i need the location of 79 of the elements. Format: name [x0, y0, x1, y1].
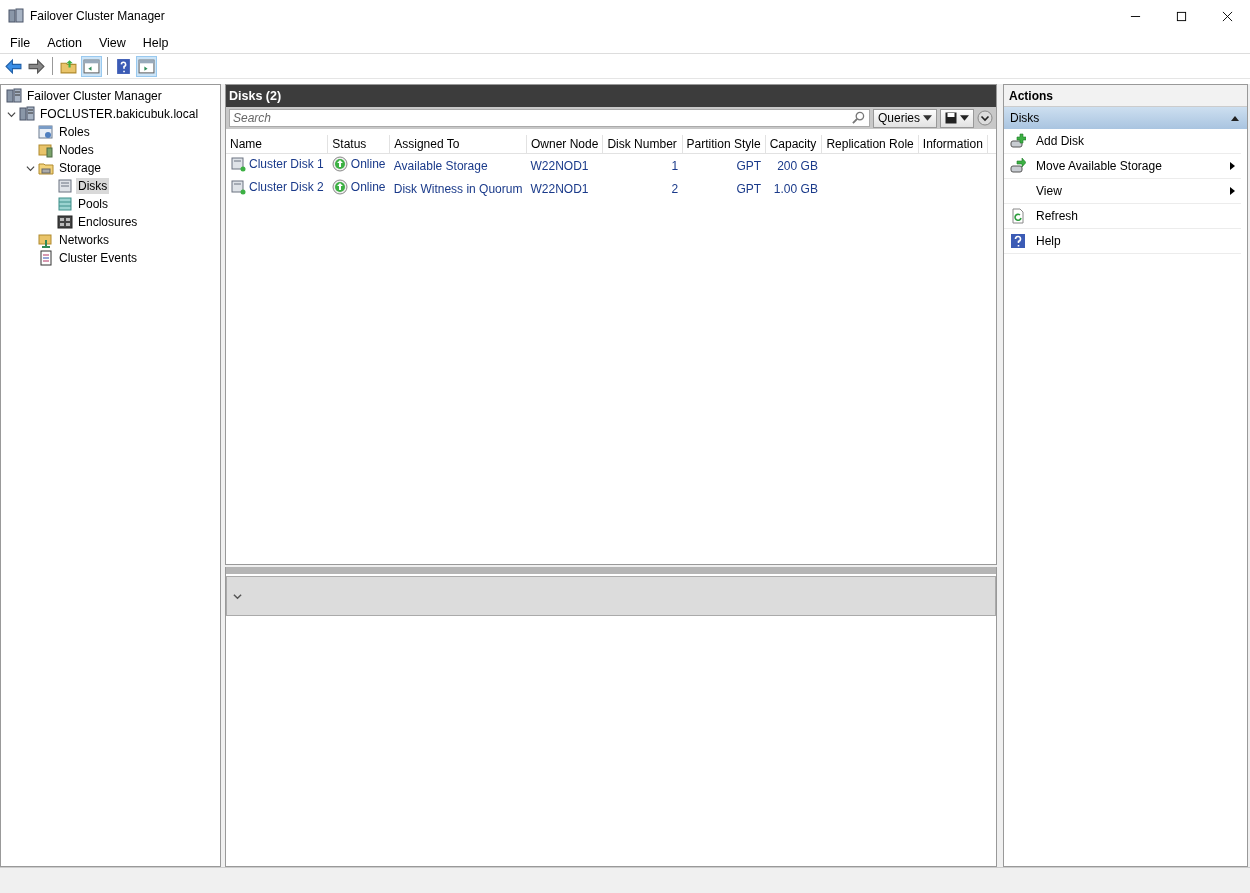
task-item[interactable]: Move Available Storage — [1004, 154, 1241, 179]
tree-item[interactable]: Roles — [57, 124, 92, 140]
column-header[interactable]: Owner Node — [526, 135, 603, 154]
folder-server-icon — [38, 142, 54, 158]
column-header[interactable]: Partition Style — [682, 135, 766, 154]
pane-toggle-icon[interactable] — [82, 56, 101, 76]
tree-item[interactable]: Cluster Events — [57, 250, 140, 266]
task-item[interactable]: Help — [1004, 229, 1241, 254]
help-icon — [1010, 233, 1026, 249]
task-item[interactable]: Refresh — [1004, 204, 1241, 229]
online-arrow-icon — [331, 179, 348, 195]
server-cluster-icon — [8, 8, 24, 24]
menu-item[interactable]: File — [0, 35, 38, 50]
pool-icon — [57, 196, 73, 212]
tree-item[interactable]: Nodes — [57, 142, 96, 158]
table-cell: W22NOD1 — [526, 153, 603, 177]
table-cell: Cluster Disk 1 — [226, 153, 328, 177]
back-arrow-icon[interactable] — [4, 56, 23, 76]
table-cell: Cluster Disk 2 — [226, 177, 328, 200]
table-cell: 200 GB — [765, 153, 822, 177]
table-cell-text: W22NOD1 — [529, 180, 590, 198]
menu-item[interactable]: Help — [132, 35, 176, 50]
action-pane-toggle-icon[interactable] — [137, 56, 156, 76]
table-cell-text: GPT — [735, 180, 763, 198]
window-title: Failover Cluster Manager — [30, 9, 166, 23]
folder-icon — [38, 160, 54, 176]
refresh-icon — [1010, 208, 1026, 224]
save-query-button[interactable] — [940, 108, 974, 128]
tree-item[interactable]: Networks — [57, 232, 111, 248]
tree-item[interactable]: Enclosures — [76, 214, 140, 230]
actions-title: Actions — [1009, 88, 1053, 103]
menu-item[interactable]: View — [88, 35, 133, 50]
collapse-chevron-icon[interactable] — [7, 109, 16, 119]
column-header[interactable]: Disk Number — [602, 135, 683, 154]
disk-arrow-icon — [1010, 158, 1026, 174]
network-folder-icon — [38, 232, 54, 248]
server-cluster-icon — [19, 106, 35, 122]
task-item[interactable]: View — [1004, 179, 1241, 204]
pane-title: Disks (2) — [229, 89, 282, 103]
tree-item[interactable]: Failover Cluster Manager — [25, 88, 164, 104]
column-header[interactable]: Information — [918, 135, 988, 154]
table-cell-text: Disk Witness in Quorum — [392, 180, 524, 198]
actions-section-header[interactable]: Disks — [1004, 107, 1247, 129]
queries-button[interactable]: Queries — [872, 108, 937, 128]
menu-item[interactable]: Action — [37, 35, 89, 50]
expand-chevron-icon[interactable] — [233, 591, 242, 601]
table-cell: Online — [327, 177, 390, 200]
table-cell: Online — [327, 153, 390, 177]
expand-chevron-icon[interactable] — [977, 110, 993, 126]
help-icon[interactable] — [114, 56, 133, 76]
task-item[interactable]: Add Disk — [1004, 129, 1241, 154]
caret-icon — [960, 115, 969, 121]
forward-arrow-icon[interactable] — [27, 56, 46, 76]
table-cell: Available Storage — [389, 153, 527, 177]
server-cluster-icon — [6, 88, 22, 104]
column-header[interactable]: Assigned To — [389, 135, 527, 154]
tree-item[interactable]: Pools — [76, 196, 111, 212]
collapse-triangle-icon[interactable] — [1231, 115, 1239, 121]
event-log-icon — [38, 250, 54, 266]
window-gear-icon — [38, 124, 54, 140]
online-arrow-icon — [331, 156, 348, 172]
table-cell-text: 2 — [670, 180, 680, 198]
column-header[interactable]: Status — [327, 135, 390, 154]
column-header[interactable]: Capacity — [765, 135, 822, 154]
tree-item[interactable]: Storage — [57, 160, 104, 176]
caret-icon — [923, 115, 932, 121]
search-field[interactable]: Search — [229, 109, 870, 127]
collapse-chevron-icon[interactable] — [26, 163, 35, 173]
table-cell: 1 — [602, 153, 683, 177]
column-header[interactable]: Replication Role — [821, 135, 919, 154]
enclosure-icon — [57, 214, 73, 230]
column-header[interactable]: Name — [226, 135, 328, 154]
section-title: Disks — [1010, 111, 1040, 125]
table-cell: GPT — [682, 153, 766, 177]
tree-item[interactable]: Disks — [76, 178, 110, 194]
tree-item[interactable]: FOCLUSTER.bakicubuk.local — [38, 106, 201, 122]
table-cell-text: 1.00 GB — [772, 180, 819, 198]
search-icon — [851, 111, 865, 124]
disk-plus-icon — [1010, 133, 1026, 149]
